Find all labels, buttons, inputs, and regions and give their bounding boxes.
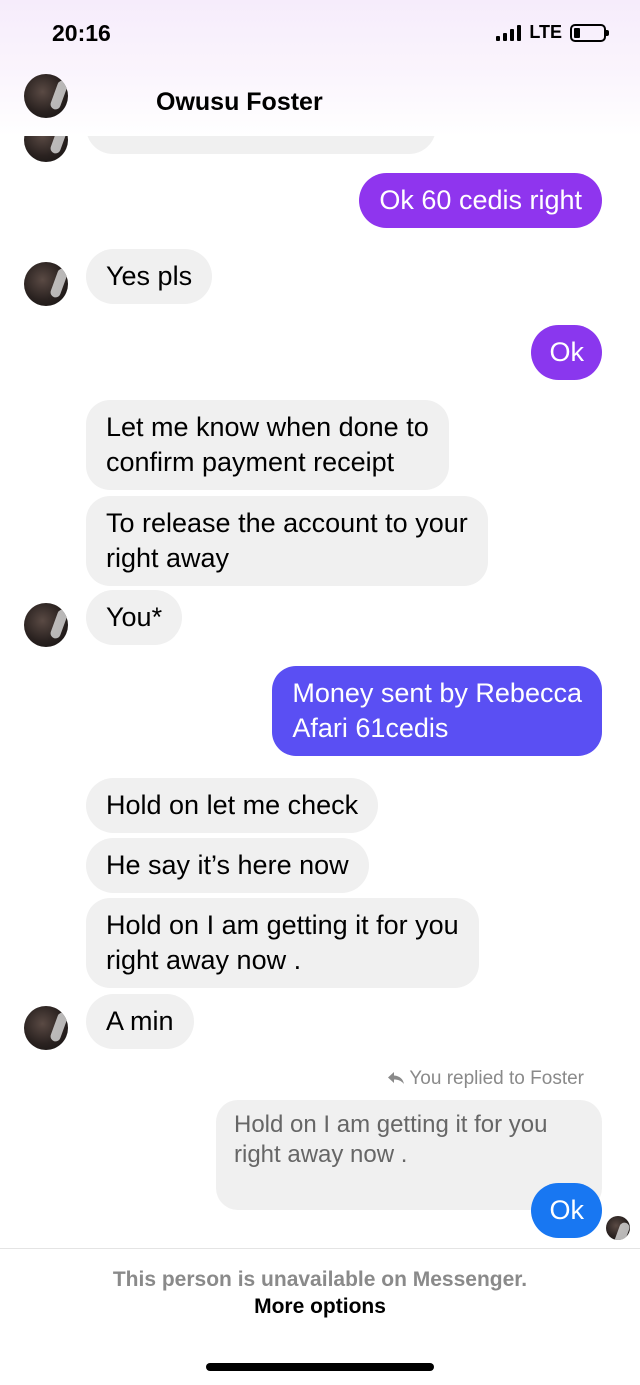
message-text: Ok [549, 1195, 584, 1225]
message-text: Hold on let me check [106, 790, 359, 820]
reply-quote-line: Hold on I am getting it for you [234, 1111, 548, 1138]
message-text-line: To release the account to your [106, 508, 468, 538]
message-bubble-in[interactable]: He say it’s here now [86, 838, 369, 893]
contact-avatar[interactable] [24, 603, 68, 647]
header-avatar[interactable] [24, 74, 68, 118]
message-bubble-in[interactable]: Yes pls [86, 249, 213, 304]
message-text: You* [106, 602, 163, 632]
message-text: A min [106, 1006, 174, 1036]
message-text-line: Let me know when done to [106, 412, 429, 442]
message-bubble-out[interactable]: Ok [531, 1183, 602, 1238]
message-bubble-in[interactable]: A min [86, 994, 194, 1049]
reply-note: You replied to Foster [387, 1068, 584, 1090]
message-bubble-in[interactable]: Hold on I am getting it for you right aw… [86, 898, 479, 988]
signal-icon [496, 24, 522, 41]
reply-note-text: You replied to Foster [409, 1068, 584, 1089]
message-text-line: Afari 61cedis [292, 713, 449, 743]
message-text: Yes pls [106, 261, 193, 291]
message-bubble-in[interactable]: Let me know when done to confirm payment… [86, 400, 449, 490]
more-options-link[interactable]: More options [0, 1295, 640, 1319]
message-bubble-out[interactable]: Ok 60 cedis right [359, 173, 602, 228]
contact-name[interactable]: Owusu Foster [156, 88, 323, 117]
message-bubble-in[interactable]: You* [86, 590, 183, 645]
battery-icon [570, 23, 609, 42]
reply-icon [388, 1072, 405, 1084]
message-text-line: confirm payment receipt [106, 447, 395, 477]
status-indicators: LTE [496, 22, 609, 43]
message-bubble-out[interactable]: Ok [531, 325, 602, 380]
message-text-line: right away [106, 543, 230, 573]
message-bubble-in[interactable]: To release the account to your right awa… [86, 496, 488, 586]
chat-header: 20:16 LTE Owusu Foster [0, 0, 640, 136]
network-type: LTE [529, 22, 562, 42]
read-receipt-avatar [606, 1216, 630, 1240]
message-text-line: right away now . [106, 945, 302, 975]
message-bubble-out[interactable]: Money sent by Rebecca Afari 61cedis [272, 666, 602, 756]
message-text-line: Money sent by Rebecca [292, 678, 582, 708]
message-text: Ok [549, 337, 584, 367]
message-text-line: Hold on I am getting it for you [106, 910, 459, 940]
unavailable-notice: This person is unavailable on Messenger. [112, 1268, 528, 1291]
message-text: Ok 60 cedis right [379, 185, 582, 215]
status-time: 20:16 [52, 20, 111, 46]
contact-avatar[interactable] [24, 1006, 68, 1050]
message-text: He say it’s here now [106, 850, 349, 880]
reply-quote-line: right away now . [234, 1141, 408, 1168]
footer-divider [0, 1248, 640, 1249]
contact-avatar[interactable] [24, 262, 68, 306]
home-indicator[interactable] [206, 1363, 434, 1371]
message-bubble-in[interactable]: Hold on let me check [86, 778, 379, 833]
